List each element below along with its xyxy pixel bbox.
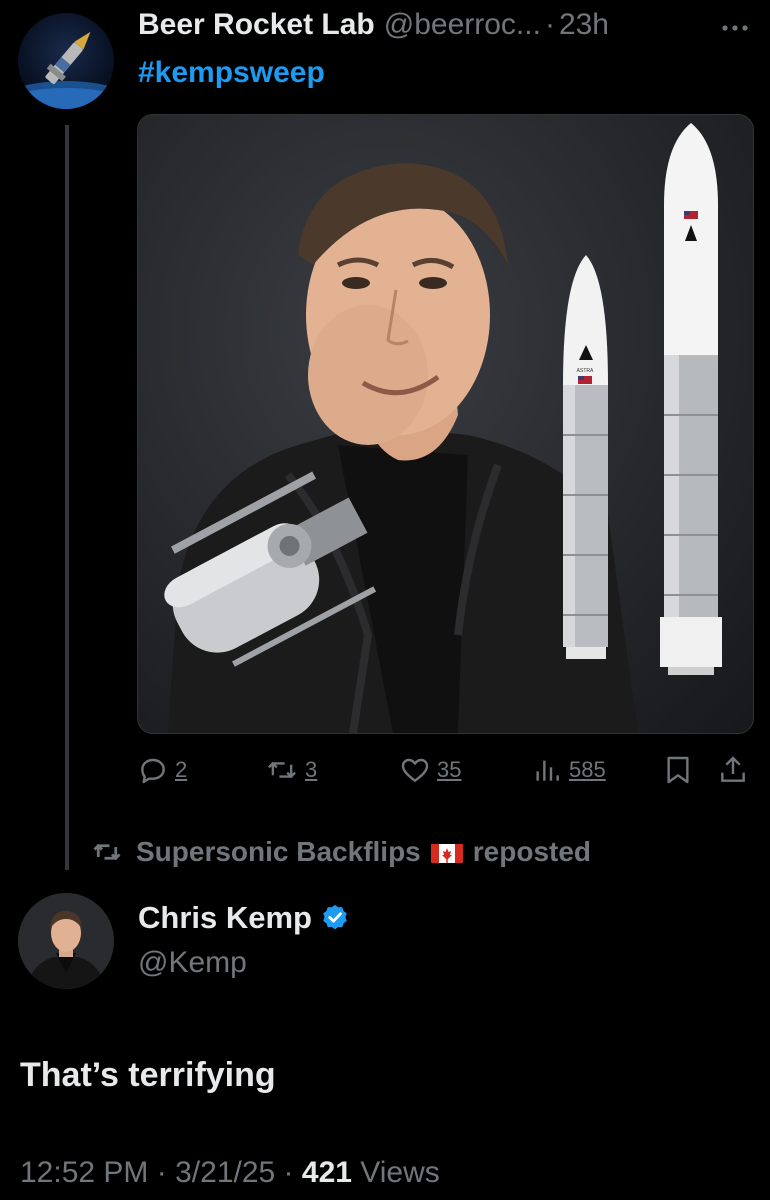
tweet-header: Beer Rocket Lab @beerroc... · 23h [138,8,609,48]
reply-date[interactable]: 3/21/25 [175,1156,275,1189]
views-button[interactable]: 585 [531,752,606,788]
repost-button[interactable]: 3 [265,752,317,788]
tweet-actions-bar: 2 3 35 585 [137,752,752,792]
canada-flag-icon [430,841,463,863]
repost-notice[interactable]: Supersonic Backflips reposted [90,836,591,868]
reply-icon [141,758,165,784]
repost-icon [268,761,296,779]
verified-badge-icon [323,904,347,930]
thread-connector-line [65,125,69,870]
separator-dot: · [156,1156,167,1189]
reply-author-avatar[interactable] [18,893,114,989]
reposter-name[interactable]: Supersonic Backflips [136,836,421,868]
separator-dot: · [283,1156,294,1189]
like-button[interactable]: 35 [399,752,461,788]
more-dots-icon[interactable] [718,18,752,38]
share-icon [721,756,745,782]
heart-icon [401,758,429,782]
like-count: 35 [437,757,462,782]
tweet-timestamp[interactable]: 23h [559,8,609,42]
views-count: 585 [569,757,606,782]
reply-author-name-row: Chris Kemp [138,900,350,936]
author-handle[interactable]: @beerroc... [384,8,541,42]
reply-views-label: Views [360,1156,440,1189]
reply-time[interactable]: 12:52 PM [20,1156,148,1189]
reply-author-name[interactable]: Chris Kemp [138,900,312,936]
kemp-avatar-image [18,893,114,989]
share-button[interactable] [717,752,749,788]
views-bar-icon [536,760,559,781]
repost-icon [93,843,121,861]
bookmark-button[interactable] [663,752,693,788]
reposted-label: reposted [472,836,592,867]
reply-count: 2 [175,757,188,782]
author-name[interactable]: Beer Rocket Lab [138,8,375,42]
bookmark-icon [667,756,689,784]
rocket-avatar-image [18,31,114,109]
meme-image: ASTRA [164,123,722,733]
tweet-media-image[interactable]: ASTRA [137,114,754,734]
hashtag-link[interactable]: #kempsweep [138,56,325,90]
rocket-label: ASTRA [577,368,594,374]
reply-author-handle[interactable]: @Kemp [138,946,247,980]
author-avatar[interactable] [18,13,114,109]
reply-text: That’s terrifying [20,1056,276,1094]
reply-views-count: 421 [301,1156,352,1189]
repost-count: 3 [305,757,318,782]
separator-dot: · [544,8,555,41]
reply-meta: 12:52 PM · 3/21/25 · 421 Views [20,1156,440,1190]
reply-button[interactable]: 2 [137,752,187,788]
